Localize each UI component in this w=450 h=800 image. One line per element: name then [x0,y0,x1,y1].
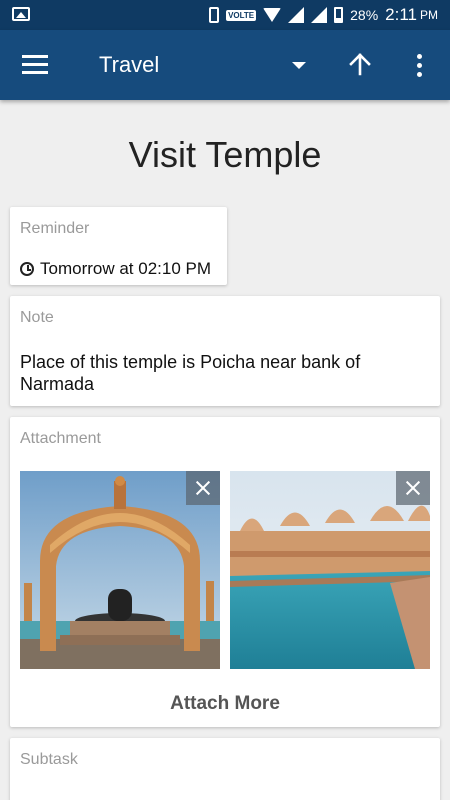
attachment-image-2[interactable] [230,471,430,669]
wifi-icon [263,8,282,22]
attachment-card: Attachment Attach More [10,417,440,727]
attachment-image-1[interactable] [20,471,220,669]
clock-time: 2:11 [385,5,417,24]
attachment-label: Attachment [20,430,101,447]
alarm-clock-icon [20,262,34,276]
more-vert-icon[interactable] [414,54,426,78]
note-card[interactable]: Note Place of this temple is Poicha near… [10,296,440,406]
note-label: Note [20,309,54,326]
reminder-card[interactable]: Reminder Tomorrow at 02:10 PM [10,207,227,285]
app-bar: Travel [0,30,450,100]
battery-percent: 28% [350,7,379,23]
menu-icon[interactable] [22,55,48,75]
reminder-label: Reminder [20,220,90,237]
page-title[interactable]: Visit Temple [0,134,450,176]
status-bar: VOLTE 28% 2:11 PM [0,0,450,30]
clock-ampm: PM [420,8,438,22]
signal-icon-sim1 [288,7,305,23]
reminder-row: Tomorrow at 02:10 PM [20,259,211,279]
status-indicators: VOLTE 28% 2:11 PM [209,5,438,25]
signal-icon-sim2 [311,7,328,23]
reminder-value: Tomorrow at 02:10 PM [40,259,212,278]
arrow-up-icon[interactable] [348,52,372,76]
subtask-label: Subtask [20,751,78,768]
chevron-down-icon[interactable] [292,62,306,69]
remove-attachment-2-icon[interactable] [396,471,430,505]
subtask-card[interactable]: Subtask [10,738,440,800]
remove-attachment-1-icon[interactable] [186,471,220,505]
note-text[interactable]: Place of this temple is Poicha near bank… [20,351,420,395]
volte-badge: VOLTE [226,9,257,21]
category-title[interactable]: Travel [99,52,159,78]
attach-more-button[interactable]: Attach More [10,693,440,715]
gallery-notification-icon [12,7,30,21]
phone-icon [209,7,220,23]
battery-icon [334,7,344,23]
